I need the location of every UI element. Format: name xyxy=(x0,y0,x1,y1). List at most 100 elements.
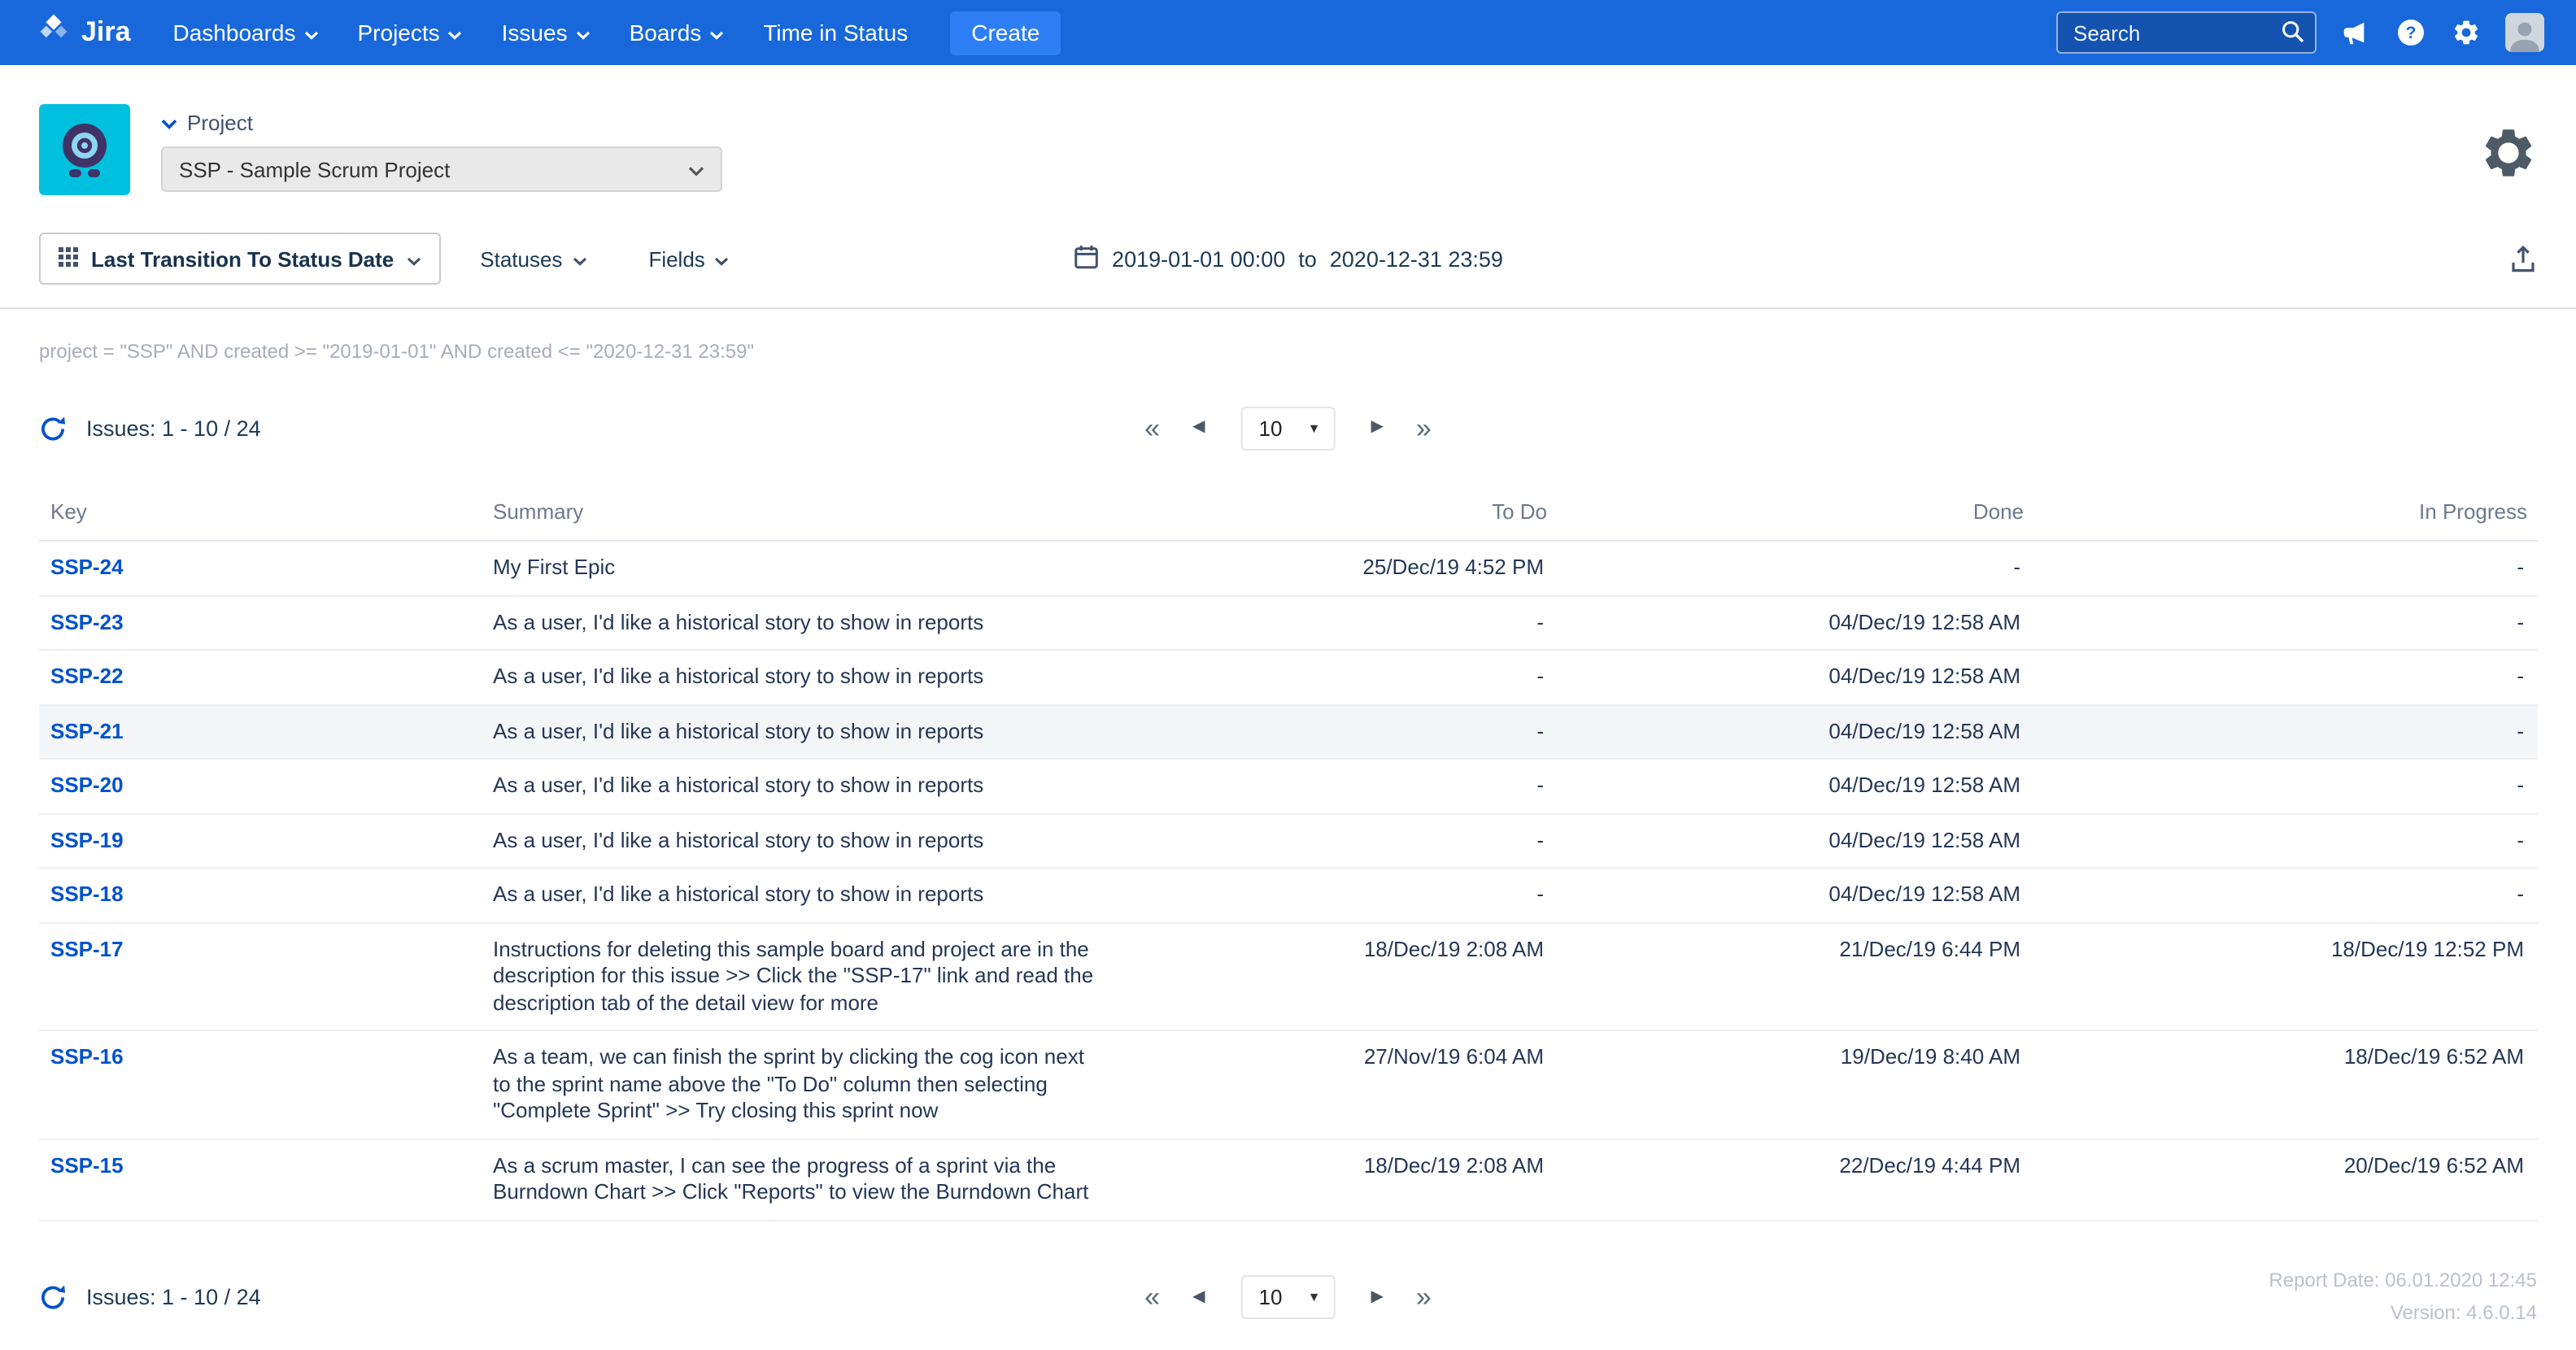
page-size-value: 10 xyxy=(1259,416,1283,440)
issue-summary: My First Epic xyxy=(493,555,1098,581)
issue-key-link[interactable]: SSP-17 xyxy=(50,936,124,960)
nav-item-dashboards[interactable]: Dashboards xyxy=(173,20,319,46)
first-page-icon[interactable]: « xyxy=(1144,1283,1160,1311)
issue-done: 04/Dec/19 12:58 AM xyxy=(1828,882,2020,906)
report-type-label: Last Transition To Status Date xyxy=(91,246,394,271)
issue-done: - xyxy=(2013,555,2020,579)
issue-done: 21/Dec/19 6:44 PM xyxy=(1839,936,2020,960)
project-avatar xyxy=(39,104,130,195)
project-section-toggle[interactable]: Project xyxy=(161,104,722,135)
issue-inprogress: - xyxy=(2517,718,2524,742)
issue-key-link[interactable]: SSP-24 xyxy=(50,555,124,579)
prev-page-icon[interactable]: ◀ xyxy=(1192,1289,1205,1305)
next-page-icon[interactable]: ▶ xyxy=(1371,420,1384,436)
table-row: SSP-16 As a team, we can finish the spri… xyxy=(39,1030,2537,1139)
chevron-down-icon xyxy=(448,20,463,46)
table-row: SSP-20 As a user, I'd like a historical … xyxy=(39,759,2537,813)
project-select[interactable]: SSP - Sample Scrum Project xyxy=(161,146,722,192)
grid-icon xyxy=(59,246,78,271)
refresh-icon[interactable] xyxy=(39,414,67,442)
issue-todo: - xyxy=(1536,882,1544,906)
nav-item-time-in-status[interactable]: Time in Status xyxy=(763,20,908,46)
header-key: Key xyxy=(39,485,482,541)
table-row: SSP-24 My First Epic 25/Dec/19 4:52 PM -… xyxy=(39,541,2537,595)
chevron-down-icon xyxy=(407,246,421,271)
issue-summary: As a user, I'd like a historical story t… xyxy=(493,882,1098,908)
table-row: SSP-21 As a user, I'd like a historical … xyxy=(39,704,2537,759)
issue-inprogress: 18/Dec/19 12:52 PM xyxy=(2331,936,2524,960)
report-settings-gear-icon[interactable] xyxy=(2478,124,2537,190)
issue-key-link[interactable]: SSP-23 xyxy=(50,609,124,634)
issue-inprogress: - xyxy=(2517,827,2524,851)
report-type-button[interactable]: Last Transition To Status Date xyxy=(39,233,441,285)
chevron-down-icon xyxy=(688,157,704,181)
table-row: SSP-15 As a scrum master, I can see the … xyxy=(39,1139,2537,1220)
issue-inprogress: - xyxy=(2517,555,2524,579)
next-page-icon[interactable]: ▶ xyxy=(1371,1289,1384,1305)
chevron-down-icon xyxy=(304,20,319,46)
issue-key-link[interactable]: SSP-18 xyxy=(50,882,124,906)
jira-logo-icon xyxy=(36,11,72,54)
issue-key-link[interactable]: SSP-20 xyxy=(50,773,124,797)
page-size-select[interactable]: 10 ▼ xyxy=(1241,406,1336,450)
fields-dropdown[interactable]: Fields xyxy=(648,246,729,271)
issue-key-link[interactable]: SSP-22 xyxy=(50,664,124,688)
jql-query-text: project = "SSP" AND created >= "2019-01-… xyxy=(39,340,2537,363)
header-todo: To Do xyxy=(1108,485,1557,541)
project-section-label: Project xyxy=(187,111,253,135)
issue-key-link[interactable]: SSP-16 xyxy=(50,1044,124,1069)
help-icon[interactable]: ? xyxy=(2394,16,2426,49)
issue-done: 22/Dec/19 4:44 PM xyxy=(1839,1152,2020,1177)
nav-item-boards[interactable]: Boards xyxy=(630,20,725,46)
prev-page-icon[interactable]: ◀ xyxy=(1192,420,1205,436)
issue-done: 04/Dec/19 12:58 AM xyxy=(1828,664,2020,688)
search-box xyxy=(2055,11,2316,54)
issue-todo: 18/Dec/19 2:08 AM xyxy=(1364,1152,1544,1177)
date-from: 2019-01-01 00:00 xyxy=(1112,246,1285,271)
issue-todo: - xyxy=(1536,718,1544,742)
issue-key-link[interactable]: SSP-21 xyxy=(50,718,124,742)
table-row: SSP-18 As a user, I'd like a historical … xyxy=(39,868,2537,922)
statuses-dropdown[interactable]: Statuses xyxy=(480,246,586,271)
export-icon[interactable] xyxy=(2508,243,2537,274)
issues-count-label: Issues: 1 - 10 / 24 xyxy=(86,416,261,440)
report-footer: Report Date: 06.01.2020 12:45 Version: 4… xyxy=(2269,1265,2537,1329)
issue-done: 04/Dec/19 12:58 AM xyxy=(1828,718,2020,742)
create-button[interactable]: Create xyxy=(950,11,1061,54)
page-size-select[interactable]: 10 ▼ xyxy=(1241,1275,1336,1319)
caret-down-icon: ▼ xyxy=(1308,420,1321,435)
issue-key-link[interactable]: SSP-15 xyxy=(50,1152,124,1177)
pager-top: « ◀ 10 ▼ ▶ » xyxy=(1144,406,1432,450)
chevron-down-icon xyxy=(572,246,586,271)
issue-todo: 18/Dec/19 2:08 AM xyxy=(1364,936,1544,960)
user-avatar[interactable] xyxy=(2504,13,2543,52)
last-page-icon[interactable]: » xyxy=(1416,1283,1432,1311)
last-page-icon[interactable]: » xyxy=(1416,414,1432,442)
issue-todo: 25/Dec/19 4:52 PM xyxy=(1362,555,1544,579)
issue-done: 04/Dec/19 12:58 AM xyxy=(1828,609,2020,634)
refresh-icon[interactable] xyxy=(39,1283,67,1311)
settings-gear-icon[interactable] xyxy=(2449,16,2482,49)
issue-inprogress: 18/Dec/19 6:52 AM xyxy=(2344,1044,2524,1069)
project-header: Project SSP - Sample Scrum Project xyxy=(39,104,2537,195)
first-page-icon[interactable]: « xyxy=(1144,414,1160,442)
issue-summary: Instructions for deleting this sample bo… xyxy=(493,936,1098,1017)
issue-key-link[interactable]: SSP-19 xyxy=(50,827,124,851)
announcement-icon[interactable] xyxy=(2338,16,2371,49)
chevron-down-icon xyxy=(576,20,591,46)
nav-item-projects[interactable]: Projects xyxy=(358,20,463,46)
jira-logo[interactable]: Jira xyxy=(36,11,131,54)
date-range-picker[interactable]: 2019-01-01 00:00 to 2020-12-31 23:59 xyxy=(1073,243,1503,274)
header-summary: Summary xyxy=(482,485,1108,541)
issue-todo: 27/Nov/19 6:04 AM xyxy=(1364,1044,1544,1069)
issue-done: 04/Dec/19 12:58 AM xyxy=(1828,827,2020,851)
project-select-value: SSP - Sample Scrum Project xyxy=(179,157,450,181)
issues-bar-bottom: Issues: 1 - 10 / 24 « ◀ 10 ▼ ▶ » Report … xyxy=(39,1266,2537,1328)
chevron-down-icon xyxy=(161,111,177,135)
search-input[interactable] xyxy=(2055,11,2316,54)
issue-inprogress: - xyxy=(2517,773,2524,797)
search-icon[interactable] xyxy=(2280,20,2304,52)
table-row: SSP-17 Instructions for deleting this sa… xyxy=(39,922,2537,1030)
issue-summary: As a team, we can finish the sprint by c… xyxy=(493,1044,1098,1125)
nav-item-issues[interactable]: Issues xyxy=(502,20,591,46)
